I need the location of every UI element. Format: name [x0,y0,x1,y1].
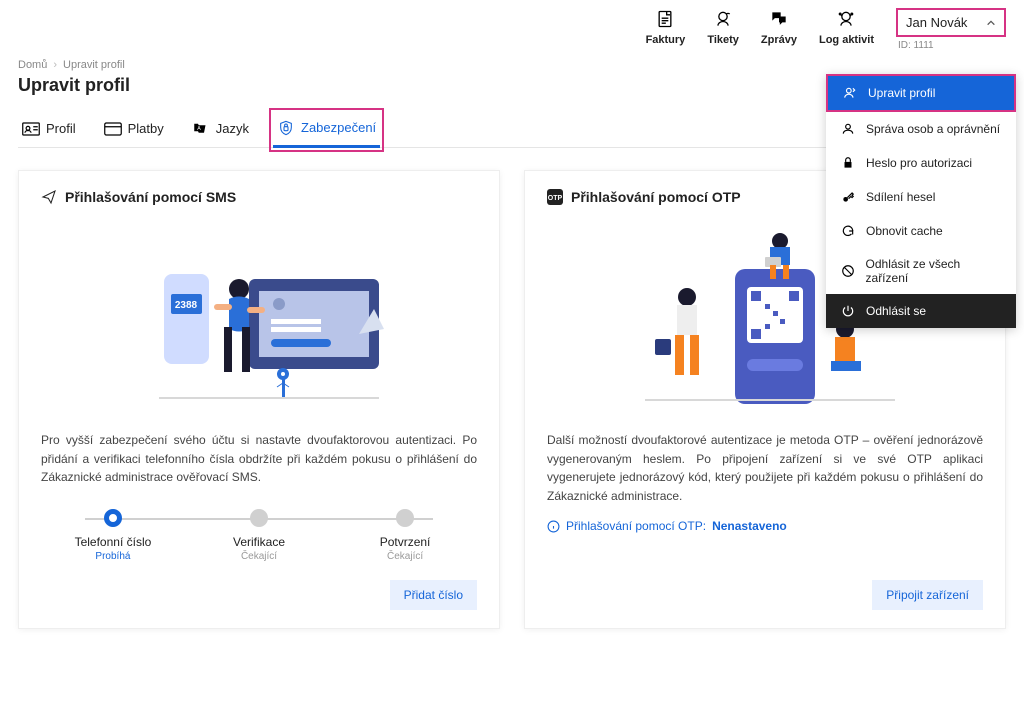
breadcrumb: Domů › Upravit profil [18,59,1006,71]
step-title: Potvrzení [380,535,431,549]
tab-payments[interactable]: Platby [100,112,168,147]
dropdown-share-passwords[interactable]: Sdílení hesel [826,180,1016,214]
nav-activity[interactable]: Log aktivit [819,8,874,46]
step-phone: Telefonní číslo Probíhá [41,509,185,562]
user-id: ID: 1111 [898,40,1006,51]
invoice-icon [654,8,676,30]
step-dot [250,509,268,527]
nav-tickets[interactable]: Tikety [707,8,739,46]
activity-icon [835,8,857,30]
dropdown-logout[interactable]: Odhlásit se [826,294,1016,328]
top-nav: Faktury Tikety Zprávy Log aktivit Jan No… [0,0,1024,51]
card-sms: Přihlašování pomocí SMS 2388 [18,170,500,629]
dropdown-edit-profile[interactable]: Upravit profil [826,74,1016,112]
otp-icon: OTP [547,189,563,205]
dropdown-label: Sdílení hesel [866,190,935,204]
card-footer: Připojit zařízení [547,562,983,610]
tab-label: Jazyk [216,121,249,136]
step-dot [104,509,122,527]
info-icon [547,520,560,533]
nav-label: Tikety [707,34,739,46]
nav-invoices[interactable]: Faktury [646,8,686,46]
chat-icon [768,8,790,30]
user-block: Jan Novák ID: 1111 [896,8,1006,51]
user-dropdown: Upravit profil Správa osob a oprávnění H… [826,74,1016,328]
step-verify: Verifikace Čekající [187,509,331,562]
otp-status: Přihlašování pomocí OTP: Nenastaveno [547,519,983,533]
dropdown-refresh-cache[interactable]: Obnovit cache [826,214,1016,248]
support-icon [712,8,734,30]
ban-icon [840,263,856,279]
dropdown-label: Obnovit cache [866,224,943,238]
card-title-text: Přihlašování pomocí OTP [571,189,741,205]
chevron-up-icon [986,18,996,28]
id-card-icon [22,122,40,136]
dropdown-logout-all[interactable]: Odhlásit ze všech zařízení [826,248,1016,294]
language-icon: A [192,122,210,136]
user-name: Jan Novák [906,15,967,30]
tab-language[interactable]: A Jazyk [188,112,253,147]
svg-text:OTP: OTP [548,195,563,202]
refresh-icon [840,223,856,239]
user-menu-toggle[interactable]: Jan Novák [896,8,1006,37]
tab-security[interactable]: Zabezpečení [273,112,380,148]
card-footer: Přidat číslo [41,562,477,610]
step-dot [396,509,414,527]
step-sub: Čekající [387,551,423,562]
card-sms-text: Pro vyšší zabezpečení svého účtu si nast… [41,431,477,487]
svg-text:A: A [197,125,201,131]
card-sms-title: Přihlašování pomocí SMS [41,189,477,205]
people-icon [840,121,856,137]
nav-messages[interactable]: Zprávy [761,8,797,46]
step-confirm: Potvrzení Čekající [333,509,477,562]
profile-edit-icon [842,85,858,101]
tab-profile[interactable]: Profil [18,112,80,147]
send-icon [41,189,57,205]
step-sub: Probíhá [95,551,130,562]
dropdown-label: Správa osob a oprávnění [866,122,1000,136]
dropdown-label: Odhlásit se [866,304,926,318]
svg-text:2388: 2388 [175,300,198,311]
connect-device-button[interactable]: Připojit zařízení [872,580,983,610]
step-title: Telefonní číslo [75,535,152,549]
key-icon [840,189,856,205]
dropdown-auth-password[interactable]: Heslo pro autorizaci [826,146,1016,180]
breadcrumb-home[interactable]: Domů [18,59,47,71]
dropdown-label: Odhlásit ze všech zařízení [866,257,1002,285]
tab-label: Profil [46,121,76,136]
nav-label: Zprávy [761,34,797,46]
shield-lock-icon [277,121,295,135]
card-otp-text: Další možností dvoufaktorové autentizace… [547,431,983,505]
status-label: Přihlašování pomocí OTP: [566,519,706,533]
step-title: Verifikace [233,535,285,549]
step-sub: Čekající [241,551,277,562]
nav-label: Faktury [646,34,686,46]
nav-label: Log aktivit [819,34,874,46]
power-icon [840,303,856,319]
card-title-text: Přihlašování pomocí SMS [65,189,236,205]
dropdown-label: Heslo pro autorizaci [866,156,972,170]
status-value: Nenastaveno [712,519,787,533]
sms-illustration: 2388 [41,219,477,419]
stepper: Telefonní číslo Probíhá Verifikace Čekaj… [41,509,477,562]
breadcrumb-sep: › [53,59,57,71]
tab-label: Platby [128,121,164,136]
lock-icon [840,155,856,171]
dropdown-people[interactable]: Správa osob a oprávnění [826,112,1016,146]
card-icon [104,122,122,136]
add-number-button[interactable]: Přidat číslo [390,580,477,610]
tab-label: Zabezpečení [301,120,376,135]
breadcrumb-current: Upravit profil [63,59,125,71]
dropdown-label: Upravit profil [868,86,935,100]
